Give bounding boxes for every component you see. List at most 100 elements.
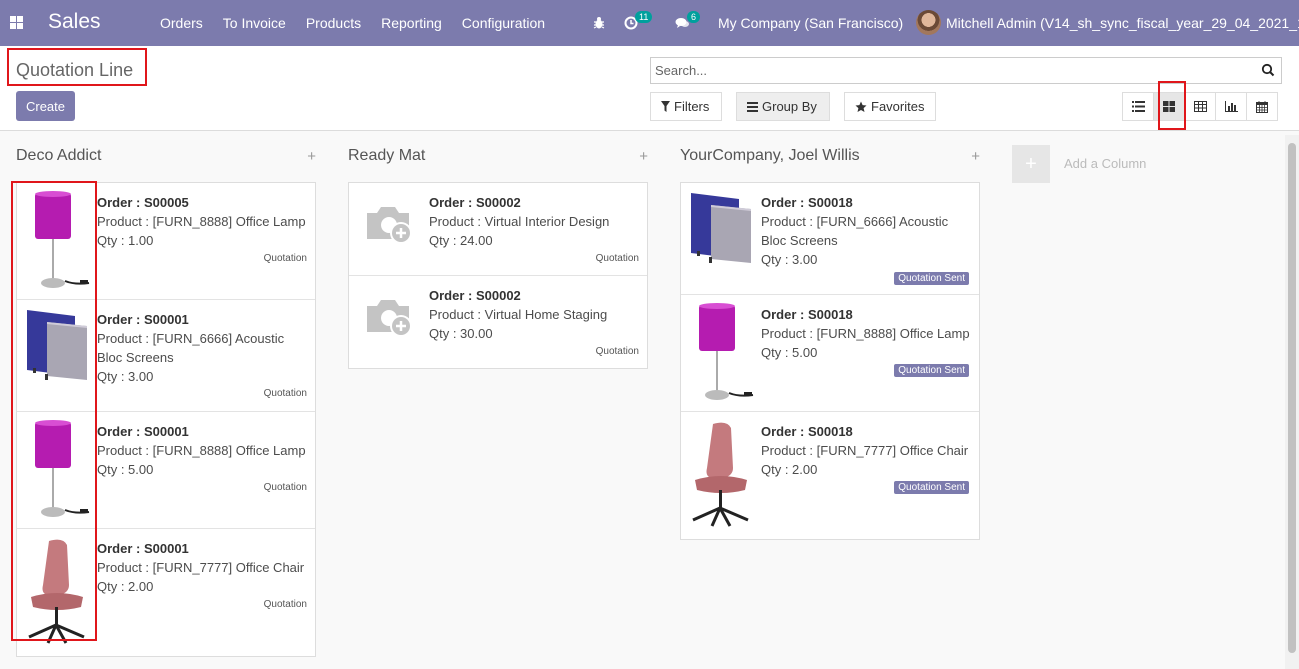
add-column-label[interactable]: Add a Column <box>1064 156 1146 171</box>
office-lamp-image <box>35 191 90 288</box>
order-ref: Order : S00001 <box>97 424 189 439</box>
office-lamp-image <box>35 420 90 517</box>
quantity: Qty : 5.00 <box>97 462 154 477</box>
kanban-card[interactable]: Order : S00005 Product : [FURN_8888] Off… <box>17 183 315 300</box>
create-button[interactable]: Create <box>16 91 75 121</box>
order-ref: Order : S00005 <box>97 195 189 210</box>
kanban-card[interactable]: Order : S00001 Product : [FURN_8888] Off… <box>17 412 315 529</box>
column-title[interactable]: YourCompany, Joel Willis <box>680 147 860 165</box>
add-column-button[interactable]: + <box>1012 145 1050 183</box>
search-input[interactable] <box>651 58 1251 83</box>
quantity: Qty : 2.00 <box>761 462 818 477</box>
kanban-card[interactable]: Order : S00001 Product : [FURN_7777] Off… <box>17 529 315 656</box>
product-name: Product : [FURN_6666] Acoustic Bloc Scre… <box>97 331 285 365</box>
column-quick-create-button[interactable]: + <box>971 148 980 165</box>
scrollbar-thumb[interactable] <box>1288 143 1296 653</box>
company-switcher[interactable]: My Company (San Francisco) <box>718 15 903 31</box>
column-cards: Order : S00018 Product : [FURN_6666] Aco… <box>680 182 980 540</box>
column-cards: Order : S00002 Product : Virtual Interio… <box>348 182 648 369</box>
office-chair-image <box>28 539 85 644</box>
product-name: Product : [FURN_8888] Office Lamp <box>97 443 306 458</box>
activity-button[interactable]: 11 <box>624 0 655 46</box>
quantity: Qty : 3.00 <box>761 252 818 267</box>
apps-menu-icon[interactable] <box>10 16 23 29</box>
group-by-button[interactable]: Group By <box>736 92 830 121</box>
product-name: Product : [FURN_6666] Acoustic Bloc Scre… <box>761 214 949 248</box>
message-badge: 6 <box>687 11 701 23</box>
product-name: Product : [FURN_8888] Office Lamp <box>97 214 306 229</box>
kanban-card[interactable]: Order : S00002 Product : Virtual Home St… <box>349 276 647 368</box>
user-menu[interactable]: Mitchell Admin (V14_sh_sync_fiscal_year_… <box>946 15 1299 31</box>
product-name: Product : [FURN_7777] Office Chair <box>97 560 305 575</box>
state-label: Quotation <box>263 482 307 493</box>
product-name: Product : [FURN_8888] Office Lamp <box>761 326 970 341</box>
quantity: Qty : 3.00 <box>97 369 154 384</box>
vertical-scrollbar[interactable] <box>1285 135 1299 669</box>
state-label: Quotation <box>595 346 639 357</box>
state-label: Quotation <box>595 253 639 264</box>
kanban-card[interactable]: Order : S00001 Product : [FURN_6666] Aco… <box>17 300 315 412</box>
app-name[interactable]: Sales <box>48 10 101 34</box>
quantity: Qty : 5.00 <box>761 345 818 360</box>
debug-icon[interactable] <box>592 0 606 46</box>
menu-orders[interactable]: Orders <box>160 15 203 31</box>
filters-button[interactable]: Filters <box>650 92 722 121</box>
product-name: Product : Virtual Interior Design <box>429 214 610 229</box>
main-menu: Orders To Invoice Products Reporting Con… <box>160 15 565 31</box>
control-panel: Quotation Line Create Filters Group By F… <box>0 46 1299 131</box>
list-view-button[interactable] <box>1122 92 1154 121</box>
page-title: Quotation Line <box>16 60 134 80</box>
order-ref: Order : S00001 <box>97 541 189 556</box>
office-lamp-image <box>699 303 754 400</box>
order-ref: Order : S00018 <box>761 424 853 439</box>
menu-reporting[interactable]: Reporting <box>381 15 442 31</box>
menu-products[interactable]: Products <box>306 15 361 31</box>
column-title[interactable]: Ready Mat <box>348 147 425 165</box>
state-badge: Quotation Sent <box>894 364 969 377</box>
favorites-button[interactable]: Favorites <box>844 92 936 121</box>
menu-to-invoice[interactable]: To Invoice <box>223 15 286 31</box>
activity-badge: 11 <box>635 11 653 23</box>
pivot-view-button[interactable] <box>1184 92 1216 121</box>
favorites-label: Favorites <box>871 99 925 114</box>
user-avatar[interactable] <box>916 10 941 35</box>
search-bar <box>650 57 1282 84</box>
quantity: Qty : 2.00 <box>97 579 154 594</box>
order-ref: Order : S00002 <box>429 195 521 210</box>
acoustic-screens-image <box>691 193 751 263</box>
kanban-view-button[interactable] <box>1153 92 1185 121</box>
kanban-card[interactable]: Order : S00018 Product : [FURN_8888] Off… <box>681 295 979 412</box>
state-badge: Quotation Sent <box>894 272 969 285</box>
quantity: Qty : 1.00 <box>97 233 154 248</box>
order-ref: Order : S00002 <box>429 288 521 303</box>
camera-placeholder-icon <box>367 300 412 337</box>
calendar-view-icon <box>1256 100 1268 113</box>
filter-icon <box>661 101 670 112</box>
kanban-card[interactable]: Order : S00002 Product : Virtual Interio… <box>349 183 647 276</box>
office-chair-image <box>692 422 749 527</box>
product-name: Product : Virtual Home Staging <box>429 307 608 322</box>
filters-label: Filters <box>674 99 710 114</box>
messaging-button[interactable]: 6 <box>675 0 703 46</box>
kanban-card[interactable]: Order : S00018 Product : [FURN_6666] Aco… <box>681 183 979 295</box>
group-by-label: Group By <box>762 99 817 114</box>
camera-placeholder-icon <box>367 207 412 244</box>
column-cards: Order : S00005 Product : [FURN_8888] Off… <box>16 182 316 657</box>
pivot-view-icon <box>1193 101 1207 112</box>
menu-configuration[interactable]: Configuration <box>462 15 545 31</box>
column-title[interactable]: Deco Addict <box>16 147 101 165</box>
search-icon[interactable] <box>1261 63 1275 77</box>
column-quick-create-button[interactable]: + <box>307 148 316 165</box>
kanban-view-icon <box>1163 101 1175 112</box>
top-navbar: Sales Orders To Invoice Products Reporti… <box>0 0 1299 46</box>
graph-view-button[interactable] <box>1215 92 1247 121</box>
column-quick-create-button[interactable]: + <box>639 148 648 165</box>
view-switcher <box>1122 92 1278 121</box>
kanban-card[interactable]: Order : S00018 Product : [FURN_7777] Off… <box>681 412 979 539</box>
star-icon <box>855 101 867 112</box>
list-view-icon <box>1131 101 1145 112</box>
bars-icon <box>747 101 758 112</box>
calendar-view-button[interactable] <box>1246 92 1278 121</box>
order-ref: Order : S00018 <box>761 195 853 210</box>
state-label: Quotation <box>263 388 307 399</box>
